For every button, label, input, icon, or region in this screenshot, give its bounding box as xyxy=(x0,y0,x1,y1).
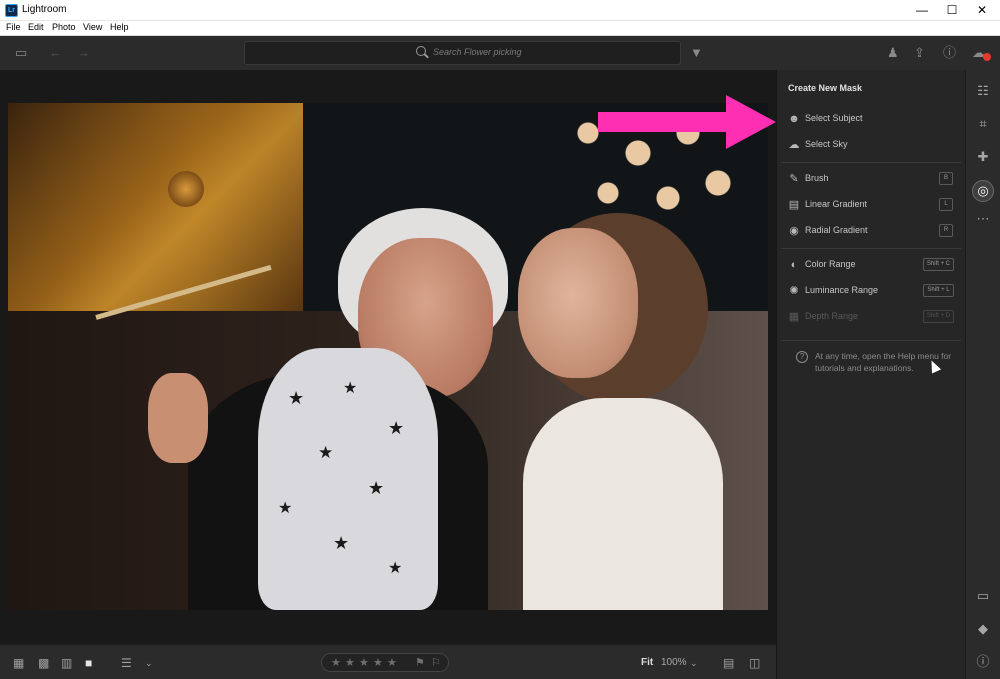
luminance-range-icon: ✺ xyxy=(789,285,799,297)
help-icon[interactable]: ⓘ xyxy=(943,46,956,60)
rating-flag-bar: ★ ★ ★ ★ ★ ⚑ ⚐ xyxy=(321,653,449,672)
mask-panel: Create New Mask ☻ Select Subject ☁ Selec… xyxy=(776,70,965,679)
zoom-level[interactable]: 100% xyxy=(661,657,687,668)
maximize-button[interactable]: ☐ xyxy=(937,0,967,20)
menu-photo[interactable]: Photo xyxy=(52,22,76,32)
bottom-toolbar: ▦ ▩ ▥ ■ ☰ ⌄ ★ ★ ★ ★ ★ ⚑ ⚐ Fit 100% ⌄ ▤ ◫ xyxy=(0,644,776,679)
sort-dropdown-icon[interactable]: ⌄ xyxy=(145,657,153,669)
radial-gradient-shortcut: R xyxy=(939,224,953,237)
brush-shortcut: B xyxy=(939,172,953,185)
menu-file[interactable]: File xyxy=(6,22,21,32)
right-tool-rail: ☷ ⌗ ✚ ◎ ⋯ ▭ ◆ ⓘ xyxy=(965,70,1000,679)
compare-view-icon[interactable]: ▥ xyxy=(61,657,72,669)
color-range-label: Color Range xyxy=(805,259,856,269)
white-blouse xyxy=(523,398,723,610)
brush-label: Brush xyxy=(805,173,829,183)
star-3[interactable]: ★ xyxy=(359,656,369,669)
menu-edit[interactable]: Edit xyxy=(28,22,44,32)
radial-gradient-label: Radial Gradient xyxy=(805,225,868,235)
star-scarf: ★ ★ ★ ★ ★ ★ ★ ★ xyxy=(258,348,438,610)
window-title: Lightroom xyxy=(22,4,67,15)
more-icon[interactable]: ⋯ xyxy=(975,211,991,227)
subject-icon: ☻ xyxy=(788,113,800,125)
divider xyxy=(781,340,961,341)
forward-arrow-icon[interactable]: → xyxy=(77,46,90,60)
photo-image[interactable]: ★ ★ ★ ★ ★ ★ ★ ★ xyxy=(8,103,768,610)
select-sky-button[interactable]: ☁ Select Sky xyxy=(777,134,966,156)
before-after-icon[interactable]: ◫ xyxy=(749,657,760,669)
color-range-button[interactable]: ◐ Color Range Shift + C xyxy=(777,254,966,276)
linear-gradient-icon: ▤ xyxy=(788,199,800,211)
luminance-range-label: Luminance Range xyxy=(805,285,879,295)
search-input[interactable]: Search Flower picking xyxy=(244,41,681,65)
info-overlay-icon[interactable]: ▤ xyxy=(723,657,734,669)
select-sky-label: Select Sky xyxy=(805,139,848,149)
filter-icon[interactable]: ▼ xyxy=(690,46,703,60)
question-circle-icon: ? xyxy=(796,351,808,363)
depth-range-label: Depth Range xyxy=(805,311,859,321)
flag-pick-icon[interactable]: ⚑ xyxy=(415,656,425,669)
mask-panel-title: Create New Mask xyxy=(788,83,863,93)
linear-gradient-label: Linear Gradient xyxy=(805,199,868,209)
zoom-dropdown-icon[interactable]: ⌄ xyxy=(690,657,698,669)
detail-view-icon[interactable]: ■ xyxy=(85,657,92,669)
menu-view[interactable]: View xyxy=(83,22,102,32)
grid-view-icon[interactable]: ▦ xyxy=(13,657,24,669)
back-arrow-icon[interactable]: ← xyxy=(49,46,62,60)
depth-range-button[interactable]: ▦ Depth Range Shift + D xyxy=(777,306,966,328)
sort-icon[interactable]: ☰ xyxy=(121,657,132,669)
search-icon xyxy=(416,46,426,56)
select-subject-button[interactable]: ☻ Select Subject xyxy=(777,108,966,130)
kissing-face xyxy=(518,228,638,378)
divider xyxy=(781,248,961,249)
minimize-button[interactable]: — xyxy=(907,0,937,20)
crop-icon[interactable]: ⌗ xyxy=(975,116,991,132)
leather-chair-back xyxy=(8,103,303,311)
sync-alert-badge xyxy=(983,53,991,61)
tag-icon[interactable]: ◆ xyxy=(975,621,991,637)
pink-arrow-annotation xyxy=(598,95,776,149)
brush-button[interactable]: ✎ Brush B xyxy=(777,168,966,190)
close-button[interactable]: ✕ xyxy=(967,0,997,20)
panel-toggle-icon[interactable]: ▭ xyxy=(15,46,27,60)
color-range-icon: ◐ xyxy=(790,259,798,271)
star-4[interactable]: ★ xyxy=(373,656,383,669)
radial-gradient-icon: ◉ xyxy=(789,225,799,237)
share-icon[interactable]: ⇪ xyxy=(914,46,925,60)
luminance-range-shortcut: Shift + L xyxy=(923,284,954,297)
color-range-shortcut: Shift + C xyxy=(923,258,954,271)
healing-icon[interactable]: ✚ xyxy=(975,149,991,165)
comment-icon[interactable]: ▭ xyxy=(975,588,991,604)
linear-gradient-shortcut: L xyxy=(939,198,953,211)
star-2[interactable]: ★ xyxy=(345,656,355,669)
masking-icon[interactable]: ◎ xyxy=(975,183,991,199)
divider xyxy=(781,162,961,163)
title-bar: Lr Lightroom — ☐ ✕ xyxy=(0,0,1000,21)
depth-range-icon: ▦ xyxy=(788,311,800,323)
star-5[interactable]: ★ xyxy=(387,656,397,669)
radial-gradient-button[interactable]: ◉ Radial Gradient R xyxy=(777,220,966,242)
menu-help[interactable]: Help xyxy=(110,22,129,32)
notifications-icon[interactable]: ♟ xyxy=(887,46,899,60)
star-1[interactable]: ★ xyxy=(331,656,341,669)
edit-sliders-icon[interactable]: ☷ xyxy=(975,83,991,99)
brush-icon: ✎ xyxy=(789,173,799,185)
flag-reject-icon[interactable]: ⚐ xyxy=(431,656,441,669)
hand-holding-pencil xyxy=(148,373,208,463)
search-placeholder: Search Flower picking xyxy=(433,47,522,57)
menu-bar: File Edit Photo View Help xyxy=(0,21,1000,36)
chair-button xyxy=(168,171,204,207)
square-grid-icon[interactable]: ▩ xyxy=(38,657,49,669)
linear-gradient-button[interactable]: ▤ Linear Gradient L xyxy=(777,194,966,216)
fit-zoom-button[interactable]: Fit xyxy=(641,657,653,668)
depth-range-shortcut: Shift + D xyxy=(923,310,954,323)
luminance-range-button[interactable]: ✺ Luminance Range Shift + L xyxy=(777,280,966,302)
lightroom-logo-icon: Lr xyxy=(5,4,18,17)
info-icon[interactable]: ⓘ xyxy=(975,654,991,670)
sky-icon: ☁ xyxy=(788,139,800,151)
select-subject-label: Select Subject xyxy=(805,113,863,123)
